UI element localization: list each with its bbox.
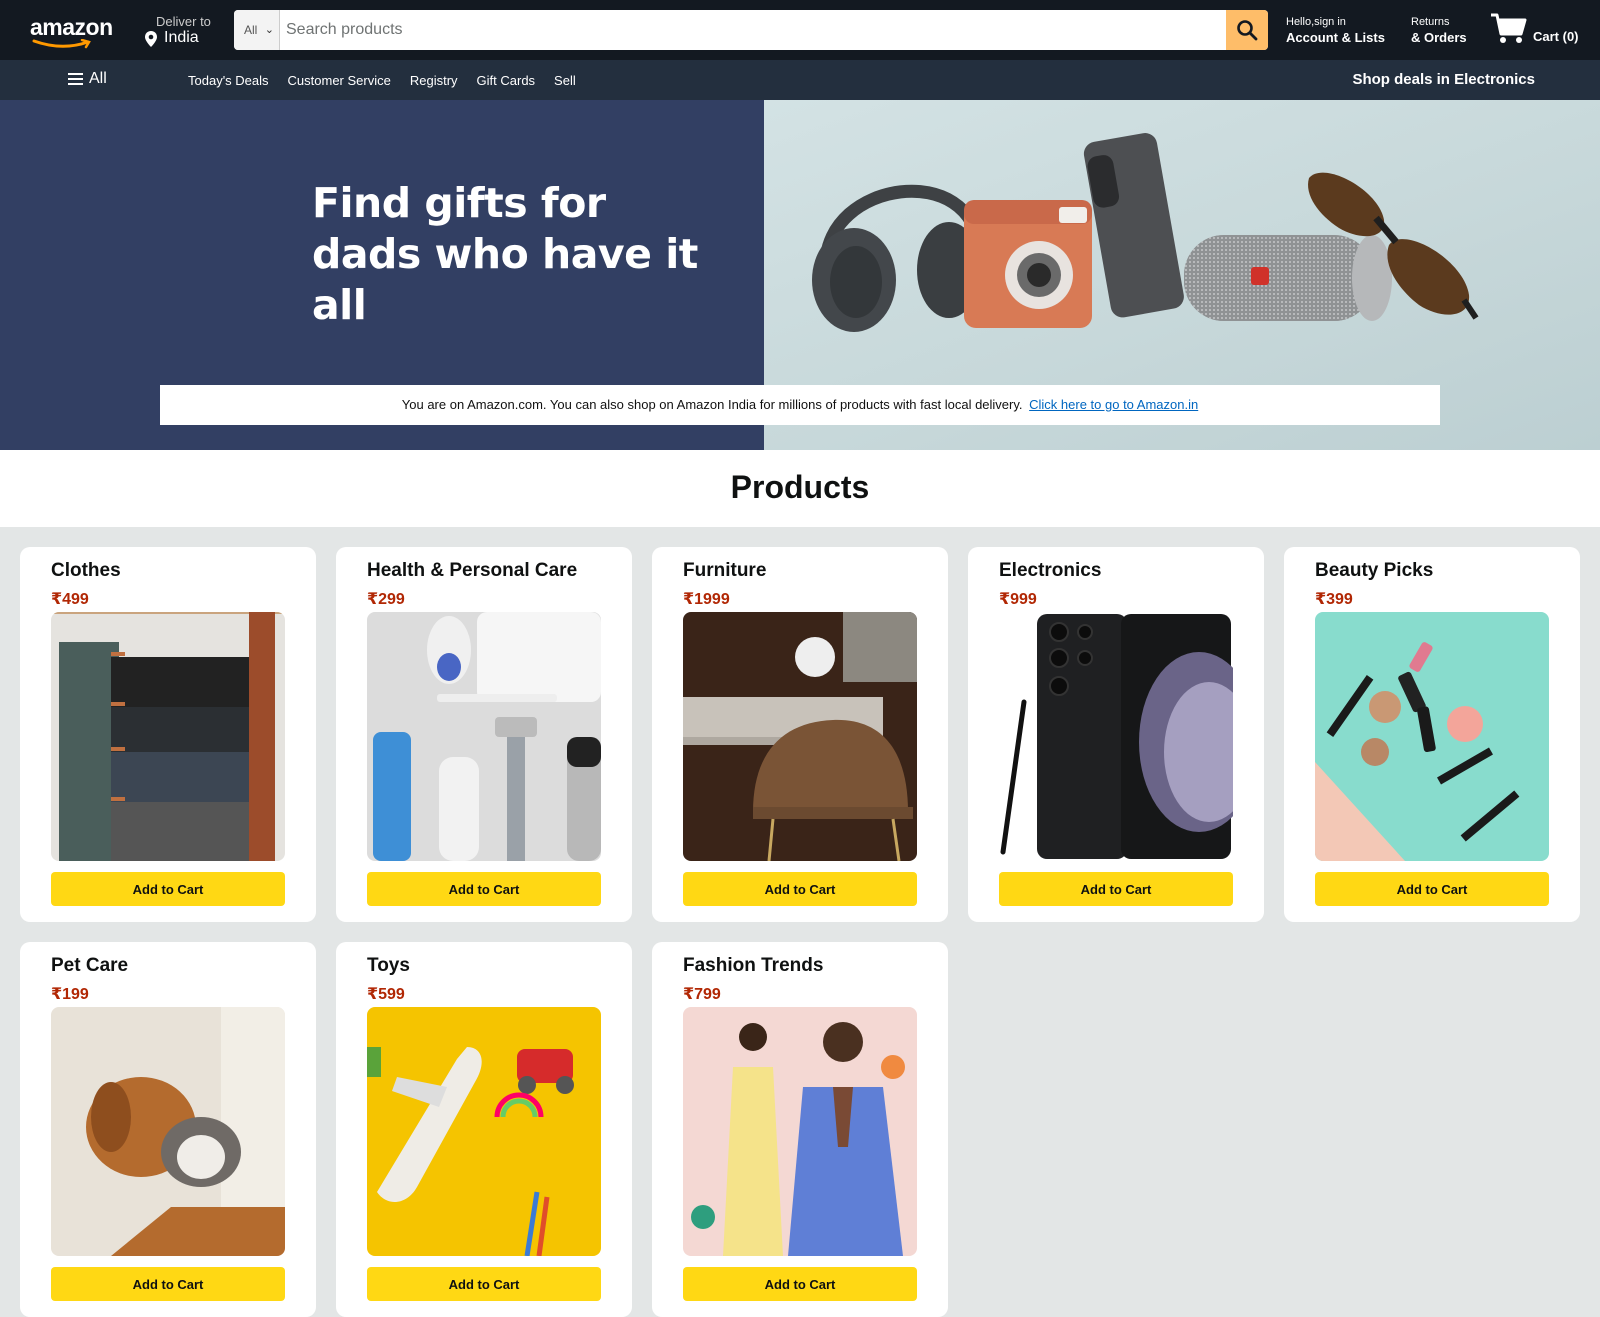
all-menu-label: All	[89, 70, 107, 87]
orders-label: & Orders	[1411, 30, 1467, 45]
headphones-illustration	[812, 184, 986, 332]
product-title: Beauty Picks	[1315, 560, 1434, 581]
search-category-label: All	[244, 23, 258, 37]
subnav-link-sell[interactable]: Sell	[554, 73, 576, 88]
products-section-header: Products	[0, 450, 1600, 527]
deliver-location: India	[164, 29, 199, 46]
product-price: ₹1999	[683, 591, 730, 608]
hero-title-line-2: dads who have it all	[312, 230, 698, 329]
product-image[interactable]	[51, 612, 285, 861]
add-to-cart-button[interactable]: Add to Cart	[1315, 872, 1549, 906]
add-to-cart-button[interactable]: Add to Cart	[367, 872, 601, 906]
product-image[interactable]	[1315, 612, 1549, 861]
location-pin-icon	[145, 31, 157, 47]
product-card-health-personal-care[interactable]: Health & Personal Care ₹299 Add to Cart	[336, 547, 632, 922]
add-to-cart-button[interactable]: Add to Cart	[51, 872, 285, 906]
subnav-links: Today's Deals Customer Service Registry …	[188, 73, 576, 88]
subnav-link-registry[interactable]: Registry	[410, 73, 458, 88]
product-title: Electronics	[999, 560, 1102, 581]
product-title: Toys	[367, 955, 410, 976]
account-label: Account & Lists	[1286, 30, 1385, 45]
toys-illustration	[367, 1007, 601, 1256]
add-to-cart-button[interactable]: Add to Cart	[683, 1267, 917, 1301]
product-title: Clothes	[51, 560, 121, 581]
sub-navbar: All Today's Deals Customer Service Regis…	[0, 60, 1600, 100]
product-title: Health & Personal Care	[367, 560, 578, 581]
personal-care-illustration	[367, 612, 601, 861]
add-to-cart-button[interactable]: Add to Cart	[51, 1267, 285, 1301]
product-title: Furniture	[683, 560, 767, 581]
product-card-electronics[interactable]: Electronics ₹999 Add to Cart	[968, 547, 1264, 922]
product-card-furniture[interactable]: Furniture ₹1999 Add to Cart	[652, 547, 948, 922]
product-price: ₹599	[367, 986, 405, 1003]
clothes-hanger-illustration	[51, 612, 285, 861]
product-image[interactable]	[51, 1007, 285, 1256]
subnav-link-gift-cards[interactable]: Gift Cards	[477, 73, 536, 88]
all-menu-button[interactable]: All	[68, 70, 107, 88]
product-card-toys[interactable]: Toys ₹599 Add to Cart	[336, 942, 632, 1317]
product-image[interactable]	[999, 612, 1233, 861]
bluetooth-speaker-illustration	[1184, 235, 1392, 321]
returns-orders-link[interactable]: Returns & Orders	[1411, 16, 1467, 45]
account-greeting: Hello,sign in	[1286, 16, 1346, 28]
add-to-cart-button[interactable]: Add to Cart	[367, 1267, 601, 1301]
makeup-illustration	[1315, 612, 1549, 861]
search-input[interactable]	[282, 10, 1178, 50]
product-card-beauty-picks[interactable]: Beauty Picks ₹399 Add to Cart	[1284, 547, 1580, 922]
search-bar: All ⌄	[234, 10, 1268, 50]
account-lists-menu[interactable]: Hello,sign in Account & Lists	[1286, 16, 1385, 45]
search-button[interactable]	[1226, 10, 1268, 50]
top-navbar: amazon Deliver to India All ⌄ Hello,sign…	[0, 0, 1600, 60]
search-icon	[1237, 20, 1258, 41]
shop-deals-electronics-link[interactable]: Shop deals in Electronics	[1352, 71, 1535, 88]
fashion-models-illustration	[683, 1007, 917, 1256]
add-to-cart-button[interactable]: Add to Cart	[683, 872, 917, 906]
search-category-select[interactable]: All ⌄	[234, 10, 280, 50]
chevron-down-icon: ⌄	[264, 24, 274, 36]
product-card-fashion-trends[interactable]: Fashion Trends ₹799 Add to Cart	[652, 942, 948, 1317]
product-card-pet-care[interactable]: Pet Care ₹199 Add to Cart	[20, 942, 316, 1317]
amazon-india-link[interactable]: Click here to go to Amazon.in	[1029, 397, 1198, 412]
product-image[interactable]	[367, 612, 601, 861]
logo-smile-icon	[32, 39, 91, 49]
hero-title-line-1: Find gifts for	[312, 179, 606, 227]
furniture-illustration	[683, 612, 917, 861]
cart-icon	[1491, 13, 1527, 43]
product-price: ₹499	[51, 591, 89, 608]
product-title: Fashion Trends	[683, 955, 824, 976]
amazon-logo[interactable]: amazon	[30, 14, 114, 49]
hero-title: Find gifts for dads who have it all	[312, 178, 732, 331]
products-heading: Products	[730, 469, 870, 505]
region-notice-banner: You are on Amazon.com. You can also shop…	[160, 385, 1440, 425]
region-notice-text: You are on Amazon.com. You can also shop…	[401, 397, 1023, 412]
product-price: ₹799	[683, 986, 721, 1003]
instant-camera-illustration	[964, 200, 1092, 328]
product-price: ₹999	[999, 591, 1037, 608]
product-price: ₹299	[367, 591, 405, 608]
subnav-link-customer-service[interactable]: Customer Service	[288, 73, 391, 88]
product-title: Pet Care	[51, 955, 129, 976]
cart-label: Cart (0)	[1533, 29, 1579, 44]
product-price: ₹199	[51, 986, 89, 1003]
hero-banner[interactable]: Find gifts for dads who have it all You …	[0, 100, 1600, 450]
deliver-label: Deliver to	[156, 14, 211, 29]
smartphone-illustration	[1083, 133, 1184, 318]
smartphone-product-illustration	[999, 612, 1233, 861]
returns-label: Returns	[1411, 16, 1450, 28]
subnav-link-todays-deals[interactable]: Today's Deals	[188, 73, 269, 88]
product-image[interactable]	[683, 1007, 917, 1256]
product-image[interactable]	[683, 612, 917, 861]
product-card-clothes[interactable]: Clothes ₹499 Add to Cart	[20, 547, 316, 922]
logo-text: amazon	[30, 14, 113, 40]
cart-button[interactable]: Cart (0)	[1490, 12, 1590, 48]
hamburger-menu-icon	[68, 72, 83, 86]
dog-cat-illustration	[51, 1007, 285, 1256]
product-image[interactable]	[367, 1007, 601, 1256]
add-to-cart-button[interactable]: Add to Cart	[999, 872, 1233, 906]
product-price: ₹399	[1315, 591, 1353, 608]
